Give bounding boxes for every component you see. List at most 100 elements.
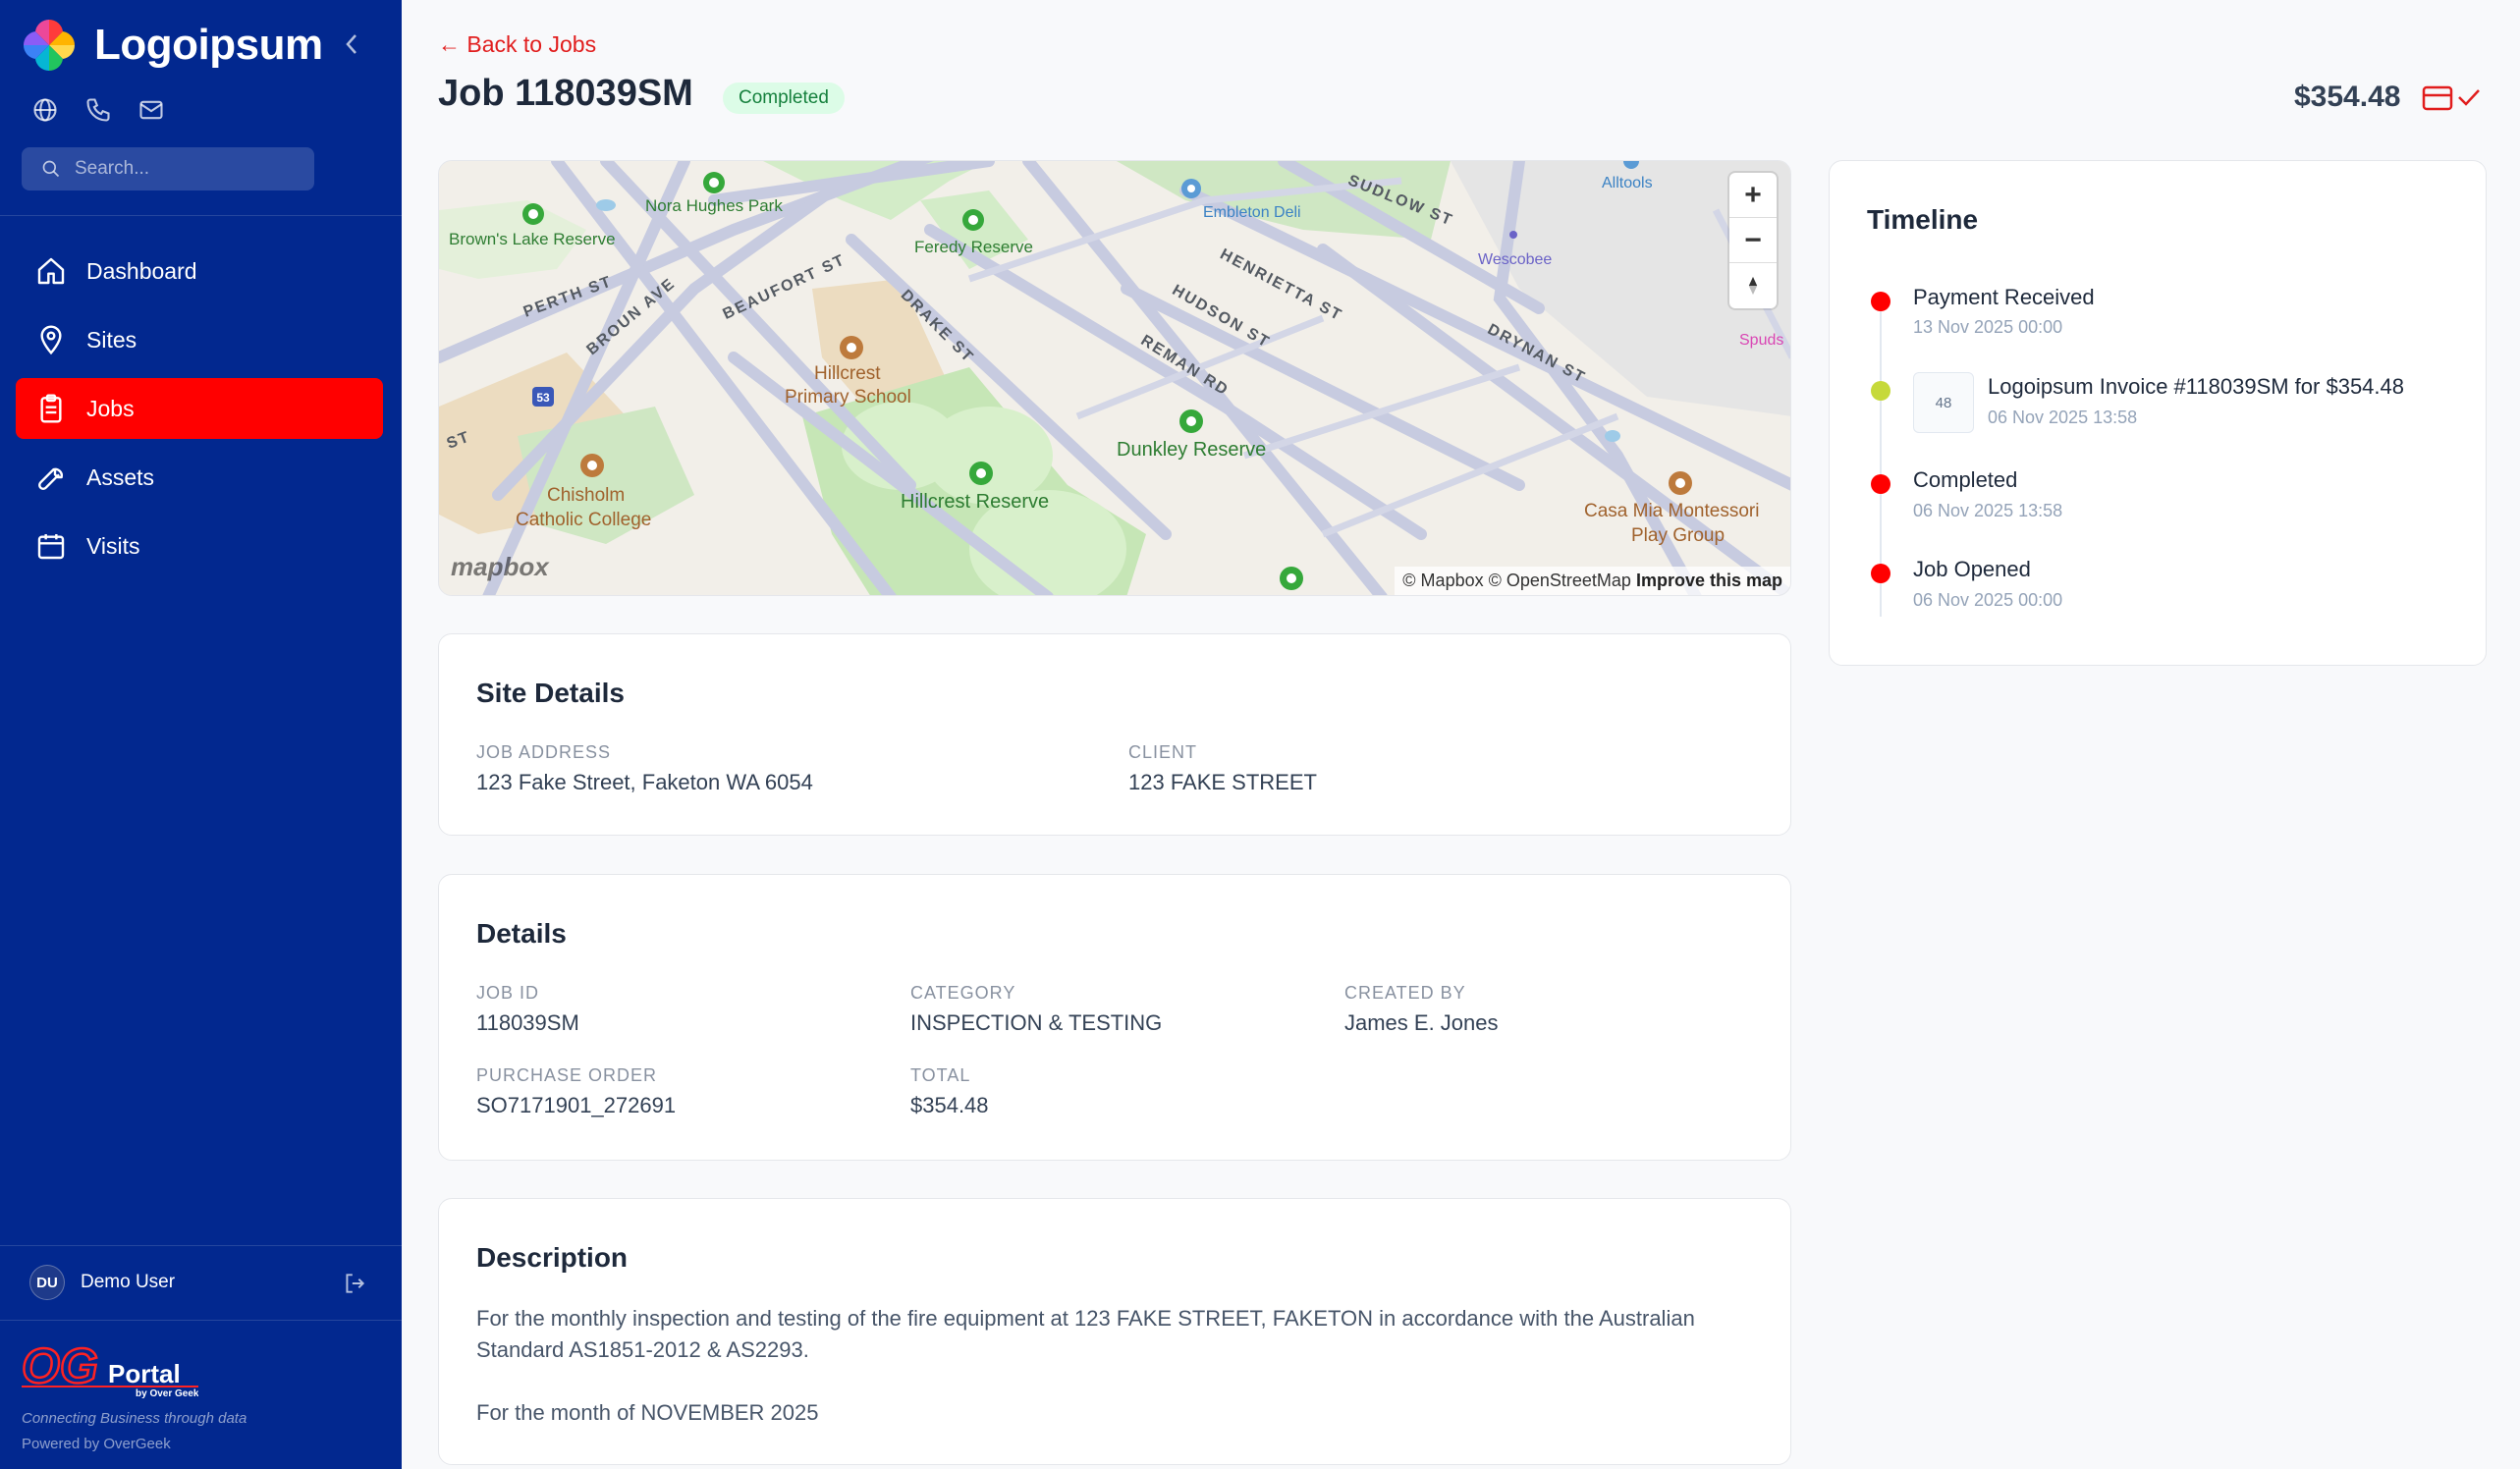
purchase-order-label: PURCHASE ORDER bbox=[476, 1065, 658, 1085]
site-details-card: Site Details JOB ADDRESS 123 Fake Street… bbox=[438, 633, 1791, 836]
brand[interactable]: Logoipsum bbox=[22, 18, 323, 73]
phone-icon[interactable] bbox=[84, 96, 112, 124]
sidebar-item-visits[interactable]: Visits bbox=[16, 516, 383, 576]
map-label-hillcrest-reserve: Hillcrest Reserve bbox=[901, 491, 1050, 513]
sidebar-divider bbox=[0, 215, 402, 216]
og-portal-logo: OG Portal by Over Geek bbox=[22, 1339, 198, 1399]
contact-icons bbox=[31, 96, 165, 124]
calendar-icon bbox=[37, 534, 65, 560]
map-label-casa-mia-2: Play Group bbox=[1631, 525, 1726, 546]
wrench-icon bbox=[38, 467, 64, 490]
sidebar-nav: Dashboard Sites Jobs Assets Visits bbox=[16, 241, 383, 584]
footer-tagline: Connecting Business through data bbox=[22, 1410, 247, 1427]
timeline-item-date: 06 Nov 2025 00:00 bbox=[1913, 590, 2063, 610]
timeline-item-date: 06 Nov 2025 13:58 bbox=[1988, 408, 2138, 427]
created-by-label: CREATED BY bbox=[1344, 983, 1466, 1003]
timeline-dot bbox=[1871, 474, 1890, 494]
footer-powered: Powered by OverGeek bbox=[22, 1436, 171, 1452]
invoice-thumbnail[interactable]: 48 bbox=[1913, 372, 1974, 433]
back-to-jobs-link[interactable]: ← Back to Jobs bbox=[438, 31, 596, 58]
search-icon bbox=[42, 160, 60, 178]
sidebar-item-label: Jobs bbox=[86, 395, 135, 421]
job-id-value: 118039SM bbox=[476, 1010, 579, 1035]
svg-text:Portal: Portal bbox=[108, 1359, 181, 1388]
sidebar-item-assets[interactable]: Assets bbox=[16, 447, 383, 508]
paid-card-icon bbox=[2422, 85, 2480, 111]
timeline-item-date: 06 Nov 2025 13:58 bbox=[1913, 501, 2063, 520]
map-label-dunkley: Dunkley Reserve bbox=[1117, 439, 1267, 461]
map-label-browns-lake: Brown's Lake Reserve bbox=[449, 230, 616, 248]
site-map[interactable]: 53 Brown's Lake Reserve Nora Hughes Park… bbox=[438, 160, 1791, 596]
compass-button[interactable] bbox=[1729, 263, 1777, 308]
job-price: $354.48 bbox=[2294, 81, 2401, 113]
map-label-alltools: Alltools bbox=[1602, 175, 1653, 191]
map-label-spuds: Spuds bbox=[1739, 332, 1784, 349]
map-label-casa-mia: Casa Mia Montessori bbox=[1584, 501, 1760, 521]
purchase-order-value: SO7171901_272691 bbox=[476, 1093, 677, 1117]
brand-name: Logoipsum bbox=[94, 21, 323, 69]
sidebar: Logoipsum Dashboard Sites Jobs Assets bbox=[0, 0, 402, 1469]
compass-icon bbox=[1748, 276, 1758, 296]
description-heading: Description bbox=[476, 1242, 629, 1273]
sidebar-item-jobs[interactable]: Jobs bbox=[16, 378, 383, 439]
job-address-value: 123 Fake Street, Faketon WA 6054 bbox=[476, 770, 813, 794]
details-card: Details JOB ID 118039SM CATEGORY INSPECT… bbox=[438, 874, 1791, 1161]
avatar: DU bbox=[29, 1265, 65, 1300]
attribution-text[interactable]: © Mapbox © OpenStreetMap bbox=[1402, 571, 1631, 590]
logout-icon[interactable] bbox=[342, 1271, 367, 1296]
status-badge: Completed bbox=[723, 82, 845, 114]
sidebar-item-label: Assets bbox=[86, 463, 155, 490]
map-pin-icon bbox=[40, 325, 62, 355]
map-label-chisholm: Chisholm bbox=[547, 485, 626, 506]
home-icon bbox=[37, 257, 65, 285]
timeline-item-title: Payment Received bbox=[1913, 285, 2095, 309]
map-attribution: © Mapbox © OpenStreetMap Improve this ma… bbox=[1395, 567, 1790, 595]
category-label: CATEGORY bbox=[910, 983, 1016, 1003]
logoipsum-logo-icon bbox=[23, 19, 76, 72]
timeline-item-title[interactable]: Logoipsum Invoice #118039SM for $354.48 bbox=[1988, 374, 2404, 400]
zoom-out-button[interactable]: − bbox=[1729, 218, 1777, 263]
timeline-heading: Timeline bbox=[1867, 204, 1979, 235]
user-profile[interactable]: DU Demo User bbox=[29, 1265, 175, 1300]
timeline-item-title: Job Opened bbox=[1913, 557, 2031, 581]
map-label-wescobee: Wescobee bbox=[1478, 251, 1553, 268]
globe-icon[interactable] bbox=[31, 96, 59, 124]
svg-text:OG: OG bbox=[22, 1339, 98, 1393]
page-title: Job 118039SM bbox=[438, 73, 693, 114]
map-label-chisholm-2: Catholic College bbox=[516, 510, 652, 530]
clipboard-icon bbox=[40, 394, 62, 423]
total-value: $354.48 bbox=[910, 1093, 989, 1117]
map-label-feredy: Feredy Reserve bbox=[914, 238, 1033, 256]
search-input[interactable] bbox=[75, 158, 301, 180]
improve-map-link[interactable]: Improve this map bbox=[1636, 571, 1782, 590]
timeline-item-title: Completed bbox=[1913, 467, 2018, 492]
description-text: For the monthly inspection and testing o… bbox=[476, 1306, 1695, 1362]
category-value: INSPECTION & TESTING bbox=[910, 1010, 1163, 1035]
map-zoom-controls: + − bbox=[1729, 173, 1777, 308]
total-label: TOTAL bbox=[910, 1065, 971, 1085]
svg-text:by Over Geek: by Over Geek bbox=[136, 1388, 198, 1399]
client-value: 123 FAKE STREET bbox=[1128, 770, 1317, 794]
sidebar-item-label: Dashboard bbox=[86, 257, 197, 284]
mail-icon[interactable] bbox=[137, 96, 165, 124]
map-label-nora-hughes: Nora Hughes Park bbox=[645, 196, 783, 215]
user-name: Demo User bbox=[81, 1272, 176, 1292]
description-card: Description For the monthly inspection a… bbox=[438, 1198, 1791, 1465]
mapbox-logo: mapbox bbox=[451, 552, 549, 581]
timeline-dot bbox=[1871, 564, 1890, 583]
map-label-embleton-deli: Embleton Deli bbox=[1203, 204, 1301, 221]
svg-text:53: 53 bbox=[536, 391, 550, 405]
sidebar-item-dashboard[interactable]: Dashboard bbox=[16, 241, 383, 301]
sidebar-item-label: Sites bbox=[86, 326, 137, 353]
details-heading: Details bbox=[476, 918, 567, 949]
timeline-dot bbox=[1871, 381, 1890, 401]
chevron-left-icon[interactable] bbox=[340, 29, 363, 59]
sidebar-item-label: Visits bbox=[86, 532, 140, 559]
map-label-hillcrest-school-2: Primary School bbox=[785, 387, 911, 408]
map-label-hillcrest-school: Hillcrest bbox=[814, 363, 881, 384]
description-month: For the month of NOVEMBER 2025 bbox=[476, 1400, 819, 1425]
search-box[interactable] bbox=[22, 147, 314, 190]
sidebar-item-sites[interactable]: Sites bbox=[16, 309, 383, 370]
zoom-in-button[interactable]: + bbox=[1729, 173, 1777, 218]
site-details-heading: Site Details bbox=[476, 678, 625, 708]
